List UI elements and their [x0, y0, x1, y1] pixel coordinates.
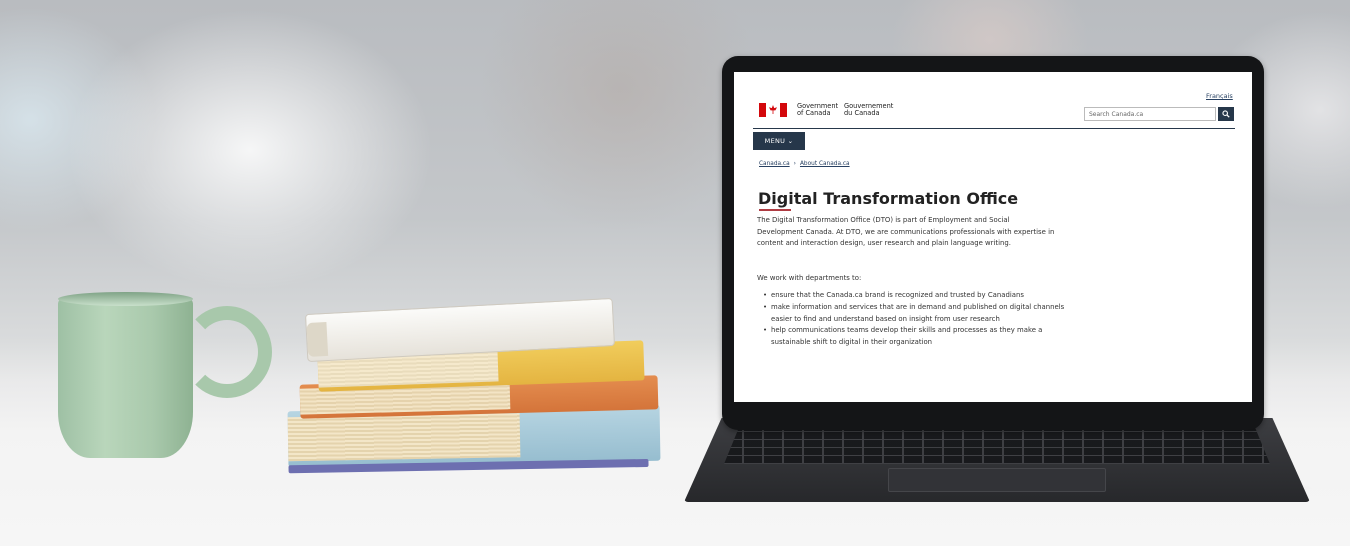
search-icon: [1222, 110, 1230, 118]
signature-en-line-2: of Canada: [797, 109, 831, 118]
signature-english[interactable]: Government of Canada: [797, 102, 838, 118]
search-input[interactable]: Search Canada.ca: [1084, 107, 1216, 121]
coffee-mug: [58, 292, 272, 460]
signature-fr-line-2: du Canada: [844, 109, 880, 118]
menu-label: MENU: [764, 137, 786, 145]
breadcrumb-link-home[interactable]: Canada.ca: [759, 161, 790, 167]
mug-body: [58, 298, 193, 458]
chevron-down-icon: ⌄: [787, 137, 794, 145]
list-item: make information and services that are i…: [757, 302, 1077, 326]
list-intro: We work with departments to:: [757, 274, 862, 282]
list-item: help communications teams develop their …: [757, 325, 1077, 349]
book-pages: [287, 413, 521, 462]
laptop-screen: Français Government of Canada Gouverneme…: [734, 72, 1252, 402]
mug-handle: [182, 306, 272, 398]
breadcrumb-link-about[interactable]: About Canada.ca: [800, 161, 850, 167]
canada-flag-icon: [759, 103, 787, 117]
mandate-list: ensure that the Canada.ca brand is recog…: [757, 290, 1077, 349]
book-spine: [306, 321, 329, 357]
mug-rim: [58, 292, 193, 306]
page-title: Digital Transformation Office: [758, 189, 1019, 208]
menu-button[interactable]: MENU ⌄: [753, 132, 805, 150]
keyboard-key-rows: [724, 424, 1270, 464]
list-item: ensure that the Canada.ca brand is recog…: [757, 290, 1077, 302]
breadcrumb: Canada.ca › About Canada.ca: [759, 161, 850, 167]
chevron-right-icon: ›: [793, 161, 796, 167]
search-button[interactable]: [1218, 107, 1234, 121]
language-toggle-link[interactable]: Français: [1206, 92, 1233, 100]
title-underline: [759, 209, 791, 211]
signature-french[interactable]: Gouvernement du Canada: [844, 102, 893, 118]
photo-background: Français Government of Canada Gouverneme…: [0, 0, 1350, 546]
header-divider: [753, 128, 1235, 129]
intro-paragraph: The Digital Transformation Office (DTO) …: [757, 216, 1055, 247]
trackpad: [888, 468, 1106, 492]
